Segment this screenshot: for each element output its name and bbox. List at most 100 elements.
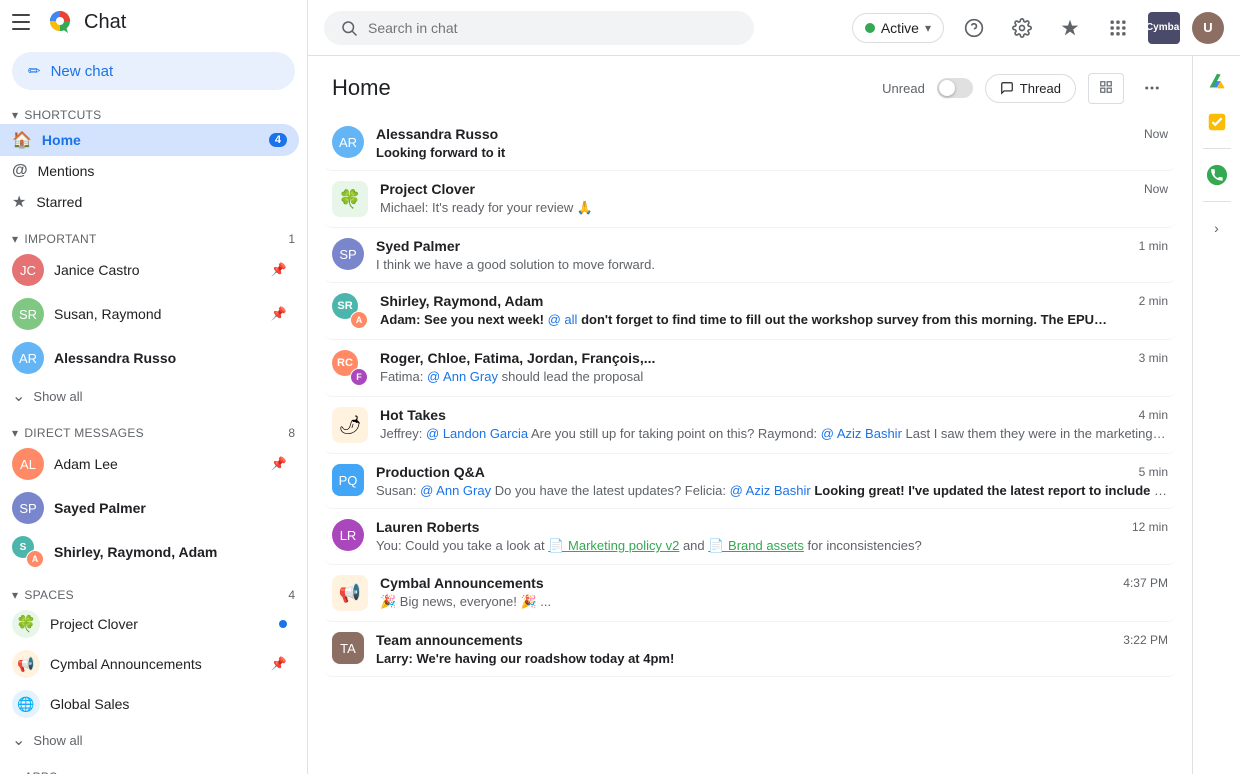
sidebar-item-janice[interactable]: JC Janice Castro 📌 [0, 248, 299, 292]
important-section: ▾ Important 1 JC Janice Castro 📌 SR Susa… [0, 222, 307, 416]
right-panel-tasks-button[interactable] [1199, 104, 1235, 140]
sidebar-starred-label: Starred [36, 194, 82, 210]
important-show-all[interactable]: ⌄ Show all [0, 380, 307, 412]
right-panel-phone-button[interactable] [1199, 157, 1235, 193]
chat-row-team-announcements[interactable]: TA Team announcements 3:22 PM Larry: We'… [324, 622, 1176, 677]
chat-row-syed[interactable]: SP Syed Palmer 1 min I think we have a g… [324, 228, 1176, 283]
sidebar-mentions-label: Mentions [38, 163, 95, 179]
sidebar-item-cymbal-announcements[interactable]: 📢 Cymbal Announcements 📌 [0, 644, 299, 684]
home-header: Home Unread Thread [308, 56, 1192, 112]
new-chat-label: New chat [51, 63, 114, 80]
row-time: 4 min [1139, 408, 1168, 422]
chat-row-content: Cymbal Announcements 4:37 PM 🎉 Big news,… [380, 575, 1168, 610]
user-avatar[interactable]: U [1192, 12, 1224, 44]
janice-label: Janice Castro [54, 262, 140, 278]
dm-section-header[interactable]: ▾ Direct Messages 8 [0, 420, 307, 442]
new-chat-icon: ✏ [28, 62, 41, 80]
status-chevron-icon: ▾ [925, 21, 931, 35]
adam-avatar: AL [12, 448, 44, 480]
apps-section-header[interactable]: ▾ Apps [0, 764, 307, 774]
row-sender: Project Clover [380, 181, 475, 197]
home-controls: Unread Thread [882, 72, 1168, 104]
susan-label: Susan, Raymond [54, 306, 161, 322]
row-time: 3 min [1139, 351, 1168, 365]
project-clover-icon: 🍀 [12, 610, 40, 638]
company-label: Cymbal [1146, 22, 1182, 33]
cymbal-announcements-icon: 📢 [12, 650, 40, 678]
new-chat-button[interactable]: ✏ New chat [12, 52, 295, 90]
chat-row-content: Lauren Roberts 12 min You: Could you tak… [376, 519, 1168, 554]
project-clover-label: Project Clover [50, 616, 138, 632]
apps-section: ▾ Apps Google Drive App 📞 Dialpad App [0, 760, 307, 774]
sidebar-item-starred[interactable]: ★ Starred [0, 186, 299, 218]
global-sales-icon: 🌐 [12, 690, 40, 718]
syed-row-avatar: SP [332, 238, 364, 270]
thread-button[interactable]: Thread [985, 74, 1076, 103]
topbar: Active ▾ [308, 0, 1240, 56]
important-show-all-label: Show all [33, 389, 82, 404]
spaces-section-header[interactable]: ▾ Spaces 4 [0, 582, 307, 604]
chat-row-roger-group[interactable]: RC F Roger, Chloe, Fatima, Jordan, Franç… [324, 340, 1176, 397]
unread-toggle[interactable] [937, 78, 973, 98]
more-options-button[interactable] [1136, 72, 1168, 104]
spaces-show-all[interactable]: ⌄ Show all [0, 724, 307, 756]
row-preview: Looking forward to it [376, 145, 1168, 160]
janice-pin-icon: 📌 [271, 262, 287, 278]
chat-row-project-clover[interactable]: 🍀 Project Clover Now Michael: It's ready… [324, 171, 1176, 228]
view-button[interactable] [1088, 73, 1124, 104]
row-time: 4:37 PM [1123, 576, 1168, 590]
right-panel-drive-button[interactable] [1199, 64, 1235, 100]
shortcuts-section: ▾ Shortcuts 🏠 Home 4 @ Mentions ★ Starre… [0, 98, 307, 222]
row-sender: Team announcements [376, 632, 523, 648]
row-preview: You: Could you take a look at 📄 Marketin… [376, 538, 1168, 554]
company-logo[interactable]: Cymbal [1148, 12, 1180, 44]
search-input[interactable] [368, 20, 738, 36]
chat-row-lauren[interactable]: LR Lauren Roberts 12 min You: Could you … [324, 509, 1176, 565]
cymbal-row-icon: 📢 [332, 575, 368, 611]
settings-button[interactable] [1004, 10, 1040, 46]
row-preview: Michael: It's ready for your review 🙏 [380, 200, 1168, 216]
mentions-icon: @ [12, 162, 28, 180]
sidebar-item-sayed[interactable]: SP Sayed Palmer [0, 486, 299, 530]
susan-avatar: SR [12, 298, 44, 330]
sidebar-item-alessandra[interactable]: AR Alessandra Russo [0, 336, 299, 380]
help-button[interactable] [956, 10, 992, 46]
sidebar-item-project-clover[interactable]: 🍀 Project Clover [0, 604, 299, 644]
sidebar-item-shirley[interactable]: S A Shirley, Raymond, Adam [0, 530, 299, 574]
cymbal-announcements-label: Cymbal Announcements [50, 656, 202, 672]
row-preview: 🎉 Big news, everyone! 🎉 ... [380, 594, 1168, 610]
chat-row-production-qa[interactable]: PQ Production Q&A 5 min Susan: @ Ann Gra… [324, 454, 1176, 509]
sidebar-item-adam[interactable]: AL Adam Lee 📌 [0, 442, 299, 486]
chat-row-cymbal-announcements[interactable]: 📢 Cymbal Announcements 4:37 PM 🎉 Big new… [324, 565, 1176, 622]
project-clover-row-icon: 🍀 [332, 181, 368, 217]
chat-row-hot-takes[interactable]: 🌶 Hot Takes 4 min Jeffrey: @ Landon Garc… [324, 397, 1176, 454]
sidebar-item-global-sales[interactable]: 🌐 Global Sales [0, 684, 299, 724]
row-sender: Cymbal Announcements [380, 575, 544, 591]
important-section-header[interactable]: ▾ Important 1 [0, 226, 307, 248]
shortcuts-section-header[interactable]: ▾ Shortcuts [0, 102, 307, 124]
row-time: 12 min [1132, 520, 1168, 534]
sidebar-item-mentions[interactable]: @ Mentions [0, 156, 299, 186]
sidebar-top: Chat [0, 0, 307, 44]
status-button[interactable]: Active ▾ [852, 13, 944, 43]
apps-button[interactable] [1100, 10, 1136, 46]
sparkle-button[interactable] [1052, 10, 1088, 46]
shirley-group-row-avatar: SR A [332, 293, 368, 329]
sidebar-item-susan[interactable]: SR Susan, Raymond 📌 [0, 292, 299, 336]
search-icon [340, 19, 358, 37]
right-panel-expand-button[interactable]: › [1199, 210, 1235, 246]
row-sender: Alessandra Russo [376, 126, 498, 142]
right-panel-divider [1203, 148, 1231, 149]
hamburger-icon[interactable] [12, 10, 36, 34]
status-label: Active [881, 20, 919, 36]
adam-pin-icon: 📌 [271, 456, 287, 472]
dm-label: Direct Messages [24, 426, 144, 440]
chat-row-content: Hot Takes 4 min Jeffrey: @ Landon Garcia… [380, 407, 1168, 441]
sidebar-item-home[interactable]: 🏠 Home 4 [0, 124, 299, 156]
chat-row-shirley-group[interactable]: SR A Shirley, Raymond, Adam 2 min Adam: … [324, 283, 1176, 340]
row-time: Now [1144, 127, 1168, 141]
chat-row-alessandra[interactable]: AR Alessandra Russo Now Looking forward … [324, 116, 1176, 171]
row-time: 2 min [1139, 294, 1168, 308]
apps-label: Apps [24, 770, 57, 774]
chat-row-content: Project Clover Now Michael: It's ready f… [380, 181, 1168, 216]
